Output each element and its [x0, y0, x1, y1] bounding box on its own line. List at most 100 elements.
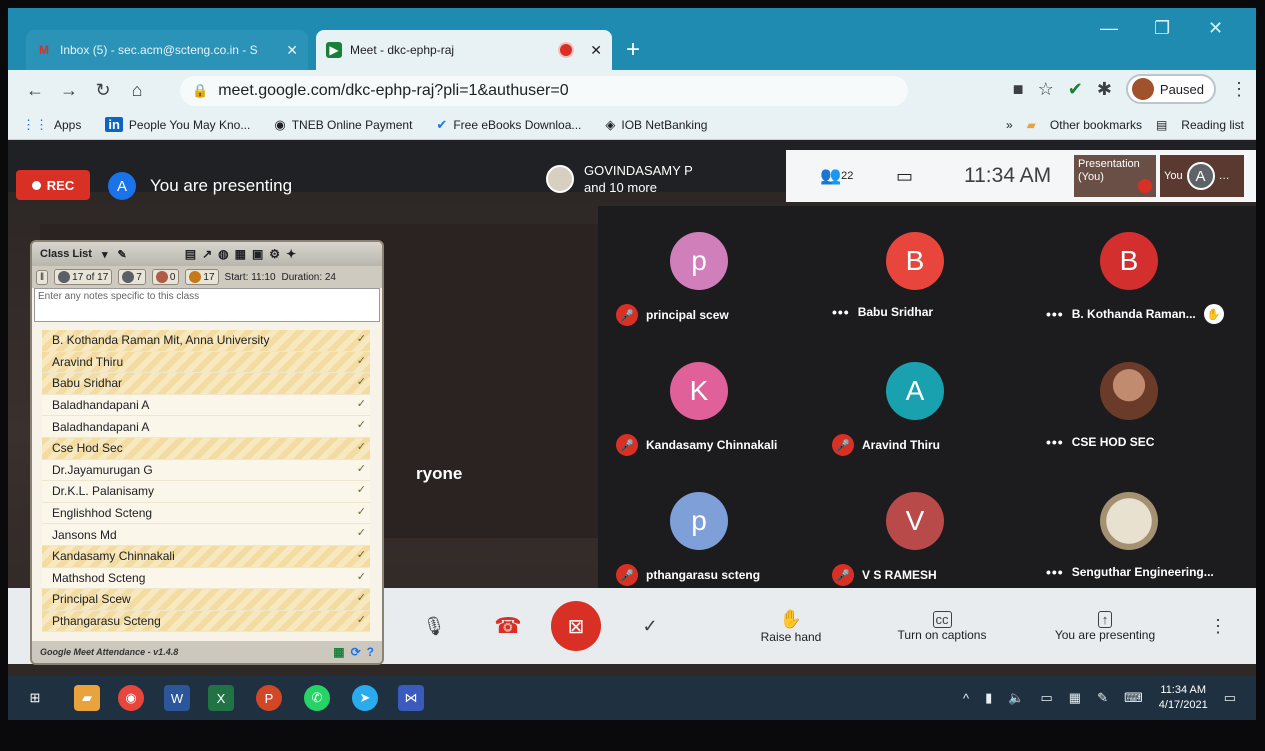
student-row[interactable]: Pthangarasu Scteng ✓ — [42, 610, 370, 633]
bookmark-apps[interactable]: ⋮⋮ Apps — [22, 117, 81, 133]
windows-start-icon[interactable]: ⊞ — [22, 685, 48, 711]
student-row[interactable]: Cse Hod Sec ✓ — [42, 437, 370, 460]
bookmark-tneb[interactable]: ◉ TNEB Online Payment — [274, 117, 412, 133]
home-icon[interactable]: ⌂ — [120, 80, 154, 101]
student-row[interactable]: Englishhod Scteng ✓ — [42, 502, 370, 525]
minimize-icon[interactable]: — — [1100, 18, 1118, 39]
edit-icon[interactable]: ✎ — [118, 248, 127, 261]
checkmark-button[interactable]: ✓ — [636, 588, 664, 664]
new-tab-button[interactable]: + — [626, 36, 640, 64]
microphone-button[interactable]: 🎙 — [420, 588, 448, 664]
close-window-icon[interactable]: ✕ — [1208, 18, 1223, 39]
bookmark-iob[interactable]: ◈ IOB NetBanking — [605, 117, 707, 133]
taskbar-clock[interactable]: 11:34 AM 4/17/2021 — [1159, 683, 1208, 713]
raise-hand-button[interactable]: ✋ Raise hand — [746, 588, 836, 664]
whatsapp-icon[interactable]: ✆ — [304, 685, 330, 711]
close-icon[interactable]: ✕ — [590, 42, 602, 59]
reload-icon[interactable]: ↻ — [86, 80, 120, 101]
student-row[interactable]: Principal Scew ✓ — [42, 589, 370, 611]
participant-tile[interactable]: B ••• B. Kothanda Raman... ✋ — [1038, 218, 1256, 348]
bookmarks-overflow-button[interactable]: » — [1006, 118, 1013, 132]
student-row[interactable]: Dr.Jayamurugan G ✓ — [42, 459, 370, 482]
chevron-down-icon[interactable]: ▾ — [102, 248, 108, 261]
rec-button[interactable]: REC — [16, 170, 90, 200]
more-options-icon[interactable]: ••• — [1046, 306, 1064, 322]
participant-tile[interactable]: K 🎤 Kandasamy Chinnakali — [608, 348, 828, 478]
star-icon[interactable]: ☆ — [1038, 79, 1054, 100]
reading-list[interactable]: Reading list — [1181, 118, 1244, 132]
student-row[interactable]: Kandasamy Chinnakali ✓ — [42, 545, 370, 568]
usb-icon[interactable]: ▮ — [985, 690, 992, 706]
keyboard-icon[interactable]: ⌨ — [1124, 690, 1143, 706]
student-row[interactable]: Mathshod Scteng ✓ — [42, 567, 370, 590]
tab-gmail[interactable]: M Inbox (5) - sec.acm@scteng.co.in - S ✕ — [26, 30, 308, 70]
student-row[interactable]: Baladhandapani A ✓ — [42, 416, 370, 438]
bookmark-linkedin[interactable]: in People You May Kno... — [105, 117, 250, 132]
pin-icon[interactable]: ✦ — [286, 247, 296, 261]
puzzle-icon[interactable]: ✱ — [1097, 79, 1112, 100]
checkmark-extension-icon[interactable]: ✔ — [1068, 79, 1083, 100]
tab-meet[interactable]: ▶ Meet - dkc-ephp-raj ✕ — [316, 30, 612, 70]
address-bar[interactable]: 🔒 meet.google.com/dkc-ephp-raj?pli=1&aut… — [180, 76, 908, 106]
settings-icon[interactable]: ⚙ — [269, 247, 280, 261]
participant-tile[interactable]: B ••• Babu Sridhar — [824, 218, 1044, 348]
attendance-check-icon: ✓ — [356, 570, 366, 583]
chevron-up-icon[interactable]: ^ — [963, 691, 969, 706]
powerpoint-icon[interactable]: P — [256, 685, 282, 711]
close-icon[interactable]: ✕ — [286, 42, 298, 59]
chat-icon[interactable]: ▭ — [896, 150, 913, 202]
student-row[interactable]: Dr.K.L. Palanisamy ✓ — [42, 481, 370, 503]
student-row[interactable]: Aravind Thiru ✓ — [42, 351, 370, 374]
student-row[interactable]: Baladhandapani A ✓ — [42, 394, 370, 417]
student-row[interactable]: B. Kothanda Raman Mit, Anna University ✓ — [42, 330, 370, 352]
class-list-title[interactable]: Class List — [40, 248, 92, 260]
back-icon[interactable]: ← — [18, 80, 52, 101]
arrow-icon[interactable]: ↗ — [202, 247, 212, 261]
spreadsheet-icon[interactable]: ▦ — [333, 645, 344, 659]
language-icon[interactable]: ▦ — [1069, 690, 1081, 706]
pause-button[interactable]: ‖ — [36, 269, 49, 285]
other-bookmarks[interactable]: Other bookmarks — [1050, 118, 1142, 132]
doc-icon[interactable]: ▤ — [185, 247, 196, 261]
profile-paused-button[interactable]: Paused — [1125, 74, 1216, 104]
excel-icon[interactable]: X — [208, 685, 234, 711]
menu-icon[interactable]: ⋮ — [1230, 79, 1248, 100]
people-button[interactable]: 👥 22 — [820, 150, 853, 202]
present-button[interactable]: ↑ You are presenting — [1040, 588, 1170, 664]
participant-tile[interactable]: ••• CSE HOD SEC — [1038, 348, 1256, 478]
camera-button[interactable]: ⊠ — [546, 588, 606, 664]
export-icon[interactable]: ▣ — [252, 247, 263, 261]
app-icon[interactable]: ⋈ — [398, 685, 424, 711]
more-options-icon[interactable]: ••• — [832, 304, 850, 320]
speaker-name: GOVINDASAMY P — [584, 163, 693, 178]
more-options-button[interactable]: ⋮ — [1208, 588, 1228, 664]
file-explorer-icon[interactable]: ▰ — [74, 685, 100, 711]
participant-tile[interactable]: p 🎤 principal scew — [608, 218, 828, 348]
globe-icon[interactable]: ◍ — [218, 247, 228, 261]
refresh-icon[interactable]: ⟳ — [351, 645, 361, 659]
captions-button[interactable]: cc Turn on captions — [882, 588, 1002, 664]
more-options-icon[interactable]: ••• — [1046, 434, 1064, 450]
bookmark-ebooks[interactable]: ✔ Free eBooks Downloa... — [436, 117, 581, 133]
you-tile[interactable]: You A … — [1160, 150, 1244, 202]
presentation-tile[interactable]: Presentation (You) — [1074, 150, 1156, 202]
forward-icon[interactable]: → — [52, 80, 86, 101]
help-icon[interactable]: ? — [367, 645, 374, 659]
table-icon[interactable]: ▦ — [235, 247, 246, 261]
volume-icon[interactable]: 🔈 — [1008, 690, 1024, 706]
restore-icon[interactable]: ❐ — [1154, 18, 1170, 39]
pen-icon[interactable]: ✎ — [1097, 690, 1108, 706]
chrome-icon[interactable]: ◉ — [118, 685, 144, 711]
student-row[interactable]: Jansons Md ✓ — [42, 524, 370, 546]
word-icon[interactable]: W — [164, 685, 190, 711]
hang-up-icon: ☎ — [494, 613, 522, 638]
network-icon[interactable]: ▭ — [1041, 690, 1053, 706]
class-notes-input[interactable]: Enter any notes specific to this class — [34, 288, 380, 322]
leave-call-button[interactable]: ☎ — [488, 588, 528, 664]
more-options-icon[interactable]: ••• — [1046, 564, 1064, 580]
camera-icon[interactable]: ■ — [1013, 79, 1024, 100]
student-row[interactable]: Babu Sridhar ✓ — [42, 373, 370, 395]
notifications-icon[interactable]: ▭ — [1224, 690, 1236, 706]
telegram-icon[interactable]: ➤ — [352, 685, 378, 711]
participant-tile[interactable]: A 🎤 Aravind Thiru — [824, 348, 1044, 478]
